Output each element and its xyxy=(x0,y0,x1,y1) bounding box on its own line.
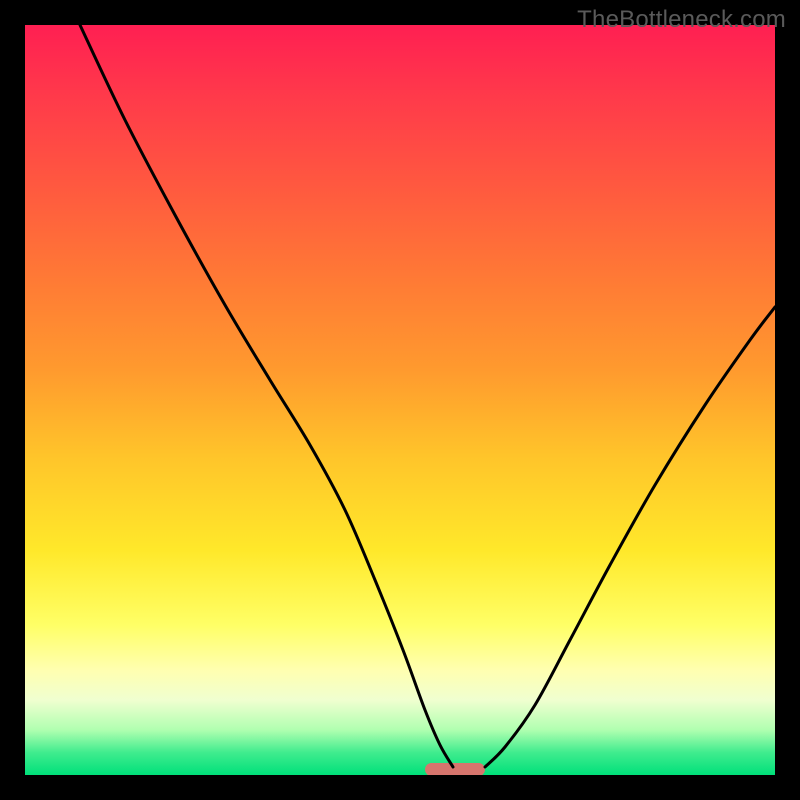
chart-frame: TheBottleneck.com xyxy=(0,0,800,800)
plot-area xyxy=(25,25,775,775)
curve-left-branch xyxy=(80,25,453,767)
curve-right-branch xyxy=(485,307,775,767)
watermark-text: TheBottleneck.com xyxy=(577,6,786,34)
bottleneck-curve xyxy=(25,25,775,775)
